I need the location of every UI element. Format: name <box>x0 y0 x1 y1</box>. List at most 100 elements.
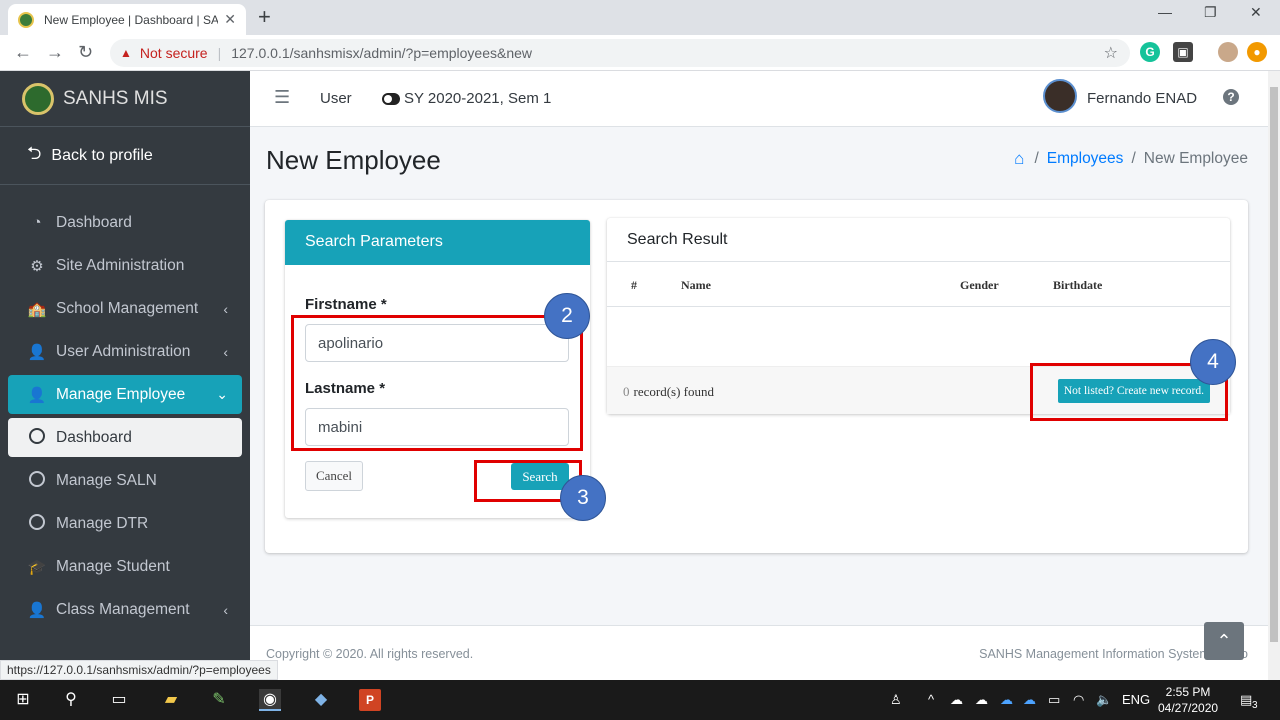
scroll-to-top-button[interactable]: ⌃ <box>1204 622 1244 660</box>
security-label[interactable]: Not secure <box>140 45 208 61</box>
powerpoint-icon[interactable]: P <box>359 689 381 711</box>
cancel-button[interactable]: Cancel <box>305 461 363 491</box>
profile-avatar-icon[interactable] <box>1218 42 1238 62</box>
tachometer-icon: ◔ <box>32 214 42 231</box>
browser-toolbar: ← → ↻ ▲ Not secure | 127.0.0.1/sanhsmisx… <box>0 35 1280 71</box>
back-label: Back to profile <box>51 146 153 164</box>
window-close-icon[interactable]: ✕ <box>1250 4 1262 21</box>
brand-link[interactable]: SANHS MIS <box>0 71 250 127</box>
annotation-badge-4: 4 <box>1190 339 1236 385</box>
people-icon[interactable]: ♙ <box>890 692 902 708</box>
circle-icon <box>26 470 48 491</box>
reply-arrow-icon: ⮌ <box>27 142 42 163</box>
volume-icon[interactable]: 🔈 <box>1096 692 1112 708</box>
windows-taskbar: ⊞ ⚲ ▭ ▰ ✎ ◉ ◆ P ♙ ^ ☁ ☁ ☁ ☁ ▭ ◠ 🔈 ENG 2:… <box>0 680 1280 720</box>
graduate-icon: 🎓 <box>27 558 47 576</box>
sidebar-menu: ◔ Dashboard ⚙ Site Administration 🏫 Scho… <box>0 185 250 629</box>
onedrive-icon[interactable]: ☁ <box>1000 692 1013 708</box>
sidebar-item-class-management[interactable]: 👤 Class Management ‹ <box>8 590 242 629</box>
sidebar-item-dashboard[interactable]: ◔ Dashboard <box>8 203 242 242</box>
sidebar-item-manage-student[interactable]: 🎓 Manage Student <box>8 547 242 586</box>
reload-icon[interactable]: ↻ <box>78 42 93 63</box>
sidebar-item-label: Dashboard <box>56 213 132 231</box>
address-bar[interactable]: ▲ Not secure | 127.0.0.1/sanhsmisx/admin… <box>110 39 1130 67</box>
taskbar-clock[interactable]: 2:55 PM 04/27/2020 <box>1158 684 1218 716</box>
wifi-icon[interactable]: ◠ <box>1073 692 1084 708</box>
user-tie-icon: 👤 <box>27 386 47 404</box>
search-icon[interactable]: ⚲ <box>60 689 82 711</box>
sidebar-item-label: School Management <box>56 299 199 317</box>
cloud-upload-icon[interactable]: ☁ <box>950 692 963 708</box>
column-header-name: Name <box>681 278 711 292</box>
task-view-icon[interactable]: ▭ <box>108 689 130 711</box>
windows-start-icon[interactable]: ⊞ <box>12 689 34 711</box>
username[interactable]: Fernando ENAD <box>1087 90 1197 107</box>
omnibox-divider: | <box>217 45 222 61</box>
onedrive-icon[interactable]: ☁ <box>1023 692 1036 708</box>
chrome-icon[interactable]: ◉ <box>259 689 281 711</box>
home-icon[interactable]: ⌂ <box>1014 149 1024 169</box>
language-indicator[interactable]: ENG <box>1122 692 1150 707</box>
browser-tab[interactable]: New Employee | Dashboard | SAN ✕ <box>8 4 246 35</box>
sidebar-item-school-management[interactable]: 🏫 School Management ‹ <box>8 289 242 328</box>
clock-time: 2:55 PM <box>1165 685 1211 699</box>
scrollbar-thumb[interactable] <box>1270 87 1278 642</box>
sidebar-subitem-manage-dtr[interactable]: Manage DTR <box>8 504 242 543</box>
hamburger-menu-icon[interactable]: ☰ <box>274 87 290 108</box>
school-year-toggle[interactable]: SY 2020-2021, Sem 1 <box>382 90 551 107</box>
back-to-profile-link[interactable]: ⮌ Back to profile <box>0 127 250 185</box>
extension-cube-icon[interactable]: ▣ <box>1173 42 1193 62</box>
sidebar-item-user-administration[interactable]: 👤 User Administration ‹ <box>8 332 242 371</box>
forward-arrow-icon[interactable]: → <box>46 42 64 63</box>
grammarly-extension-icon[interactable]: G <box>1140 42 1160 62</box>
new-tab-icon[interactable]: + <box>258 5 271 29</box>
warning-icon: ▲ <box>120 46 132 60</box>
close-tab-icon[interactable]: ✕ <box>224 11 236 28</box>
notification-icon[interactable]: ▤ <box>1240 692 1252 708</box>
gears-icon: ⚙ <box>30 257 44 275</box>
brand-text: SANHS MIS <box>63 87 168 109</box>
sidebar-item-manage-employee[interactable]: 👤 Manage Employee ⌄ <box>8 375 242 414</box>
site-favicon-icon <box>18 11 34 28</box>
toggle-icon <box>382 92 400 105</box>
status-bar-url: https://127.0.0.1/sanhsmisx/admin/?p=emp… <box>0 660 278 680</box>
firstname-label: Firstname * <box>305 296 387 313</box>
sidebar-item-label: Manage Student <box>56 557 170 575</box>
minimize-icon[interactable]: — <box>1158 4 1172 20</box>
copyright-text: Copyright © 2020. All rights reserved. <box>266 647 474 661</box>
search-card-header: Search Parameters <box>285 220 590 265</box>
cloud-upload-icon[interactable]: ☁ <box>975 692 988 708</box>
page-footer: Copyright © 2020. All rights reserved. S… <box>250 625 1268 680</box>
breadcrumb-current: New Employee <box>1143 150 1248 167</box>
extension-orange-icon[interactable]: ● <box>1247 42 1267 62</box>
user-avatar[interactable] <box>1043 79 1077 113</box>
url-text[interactable]: 127.0.0.1/sanhsmisx/admin/?p=employees&n… <box>231 45 532 61</box>
breadcrumb-employees-link[interactable]: Employees <box>1047 150 1124 168</box>
sidebar: SANHS MIS ⮌ Back to profile ◔ Dashboard … <box>0 71 250 680</box>
chevron-left-icon: ‹ <box>223 601 228 618</box>
page-scrollbar[interactable] <box>1268 71 1280 680</box>
app-icon[interactable]: ◆ <box>310 689 332 711</box>
user-icon: 👤 <box>27 343 47 361</box>
sidebar-item-site-administration[interactable]: ⚙ Site Administration <box>8 246 242 285</box>
chevron-left-icon: ‹ <box>223 300 228 317</box>
school-logo-icon <box>22 82 54 115</box>
back-arrow-icon[interactable]: ← <box>14 42 32 63</box>
table-divider <box>607 306 1230 307</box>
restore-icon[interactable]: ❐ <box>1204 4 1217 21</box>
record-count-number: 0 <box>623 384 630 399</box>
user-nav-link[interactable]: User <box>320 90 352 107</box>
tray-chevron-icon[interactable]: ^ <box>928 692 934 707</box>
file-explorer-icon[interactable]: ▰ <box>160 689 182 711</box>
battery-icon[interactable]: ▭ <box>1048 692 1060 708</box>
circle-icon <box>26 513 48 534</box>
sidebar-subitem-dashboard[interactable]: Dashboard <box>8 418 242 457</box>
help-icon[interactable]: ? <box>1223 89 1239 105</box>
sidebar-subitem-manage-saln[interactable]: Manage SALN <box>8 461 242 500</box>
record-count: 0 record(s) found <box>623 384 714 400</box>
bookmark-star-icon[interactable]: ☆ <box>1104 43 1118 63</box>
column-header-index: # <box>631 278 637 292</box>
sidebar-item-label: Manage Employee <box>56 385 186 403</box>
annotation-box-fields <box>291 315 583 451</box>
notepad-icon[interactable]: ✎ <box>208 689 230 711</box>
